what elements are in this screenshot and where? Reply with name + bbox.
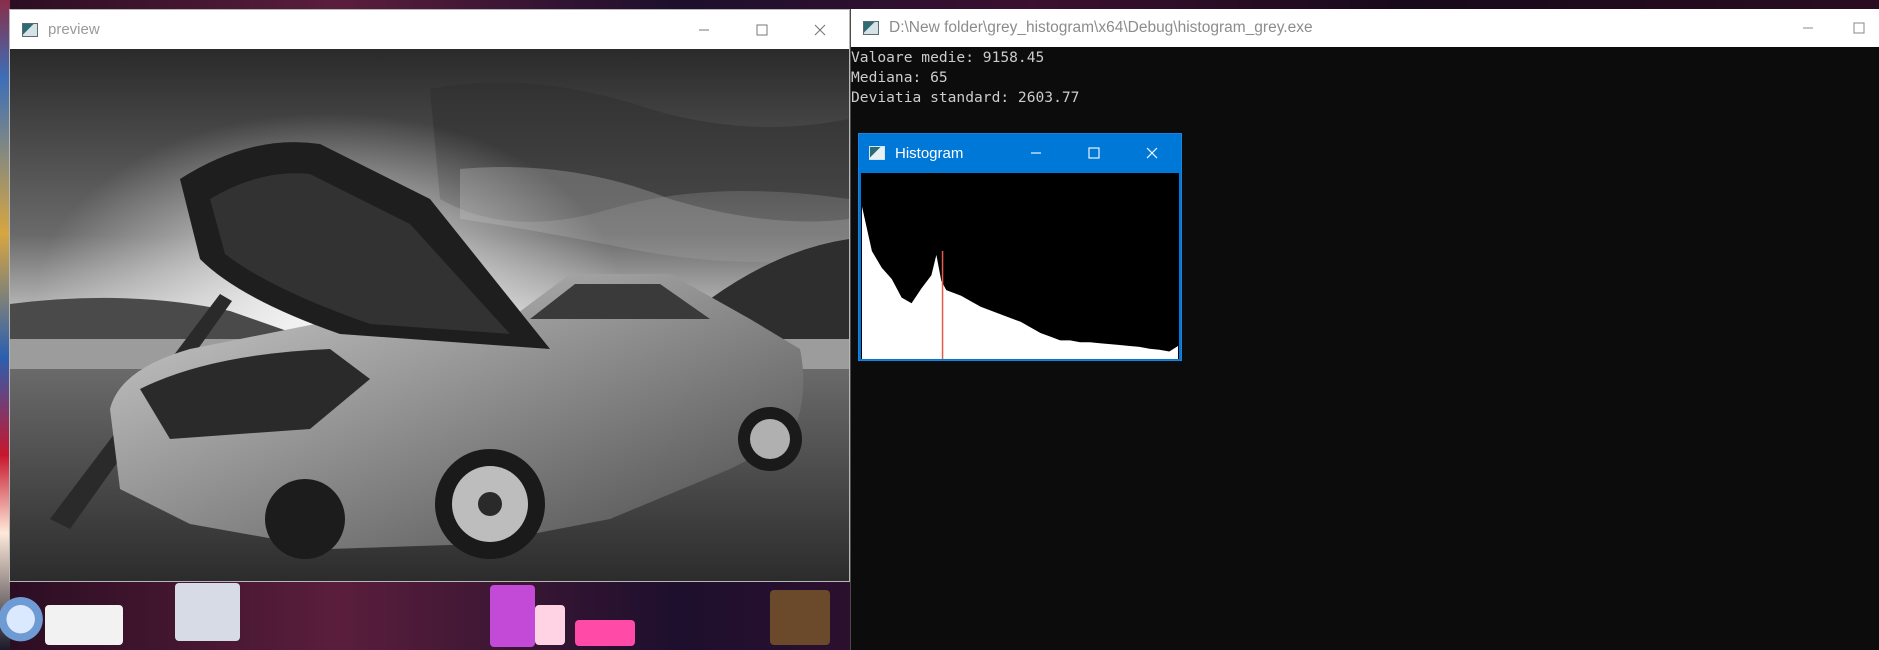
- histogram-window[interactable]: Histogram: [858, 133, 1182, 361]
- neon-sign: [535, 605, 565, 645]
- console-app-icon: [863, 21, 879, 35]
- preview-image: [10, 49, 849, 581]
- close-icon: [1146, 147, 1158, 159]
- maximize-button[interactable]: [733, 10, 791, 49]
- app-window-icon: [22, 22, 38, 37]
- minimize-icon: [1803, 27, 1813, 29]
- console-titlebar[interactable]: D:\New folder\grey_histogram\x64\Debug\h…: [851, 9, 1879, 47]
- histogram-chart: [861, 173, 1179, 359]
- neon-sign: [45, 605, 123, 645]
- close-button[interactable]: [791, 10, 849, 49]
- recycle-bin-icon[interactable]: [0, 594, 46, 650]
- histogram-titlebar[interactable]: Histogram: [859, 134, 1181, 172]
- preview-window[interactable]: preview: [9, 9, 850, 582]
- maximize-icon: [1088, 147, 1100, 159]
- histogram-minimize-button[interactable]: [1007, 134, 1065, 172]
- maximize-icon: [1853, 22, 1865, 34]
- neon-sign: [575, 620, 635, 646]
- maximize-icon: [756, 24, 768, 35]
- neon-sign: [490, 585, 535, 647]
- neon-sign: [175, 583, 240, 641]
- console-title: D:\New folder\grey_histogram\x64\Debug\h…: [889, 19, 1313, 36]
- neon-sign: [770, 590, 830, 645]
- minimize-button[interactable]: [675, 10, 733, 49]
- close-icon: [814, 24, 826, 35]
- histogram-maximize-button[interactable]: [1065, 134, 1123, 172]
- histogram-title: Histogram: [895, 144, 964, 162]
- console-line-stddev: Deviatia standard: 2603.77: [851, 89, 1080, 106]
- histogram-plot: [861, 173, 1179, 359]
- minimize-icon: [1031, 152, 1041, 154]
- histogram-close-button[interactable]: [1123, 134, 1181, 172]
- preview-title: preview: [48, 21, 100, 38]
- console-maximize-button[interactable]: [1839, 9, 1879, 47]
- console-minimize-button[interactable]: [1779, 9, 1837, 47]
- minimize-icon: [699, 29, 709, 30]
- console-line-mean: Valoare medie: 9158.45: [851, 49, 1045, 66]
- burned-car-photo: [10, 49, 849, 581]
- preview-titlebar[interactable]: preview: [10, 10, 849, 49]
- histogram-app-icon: [869, 146, 885, 160]
- console-line-median: Mediana: 65: [851, 69, 948, 86]
